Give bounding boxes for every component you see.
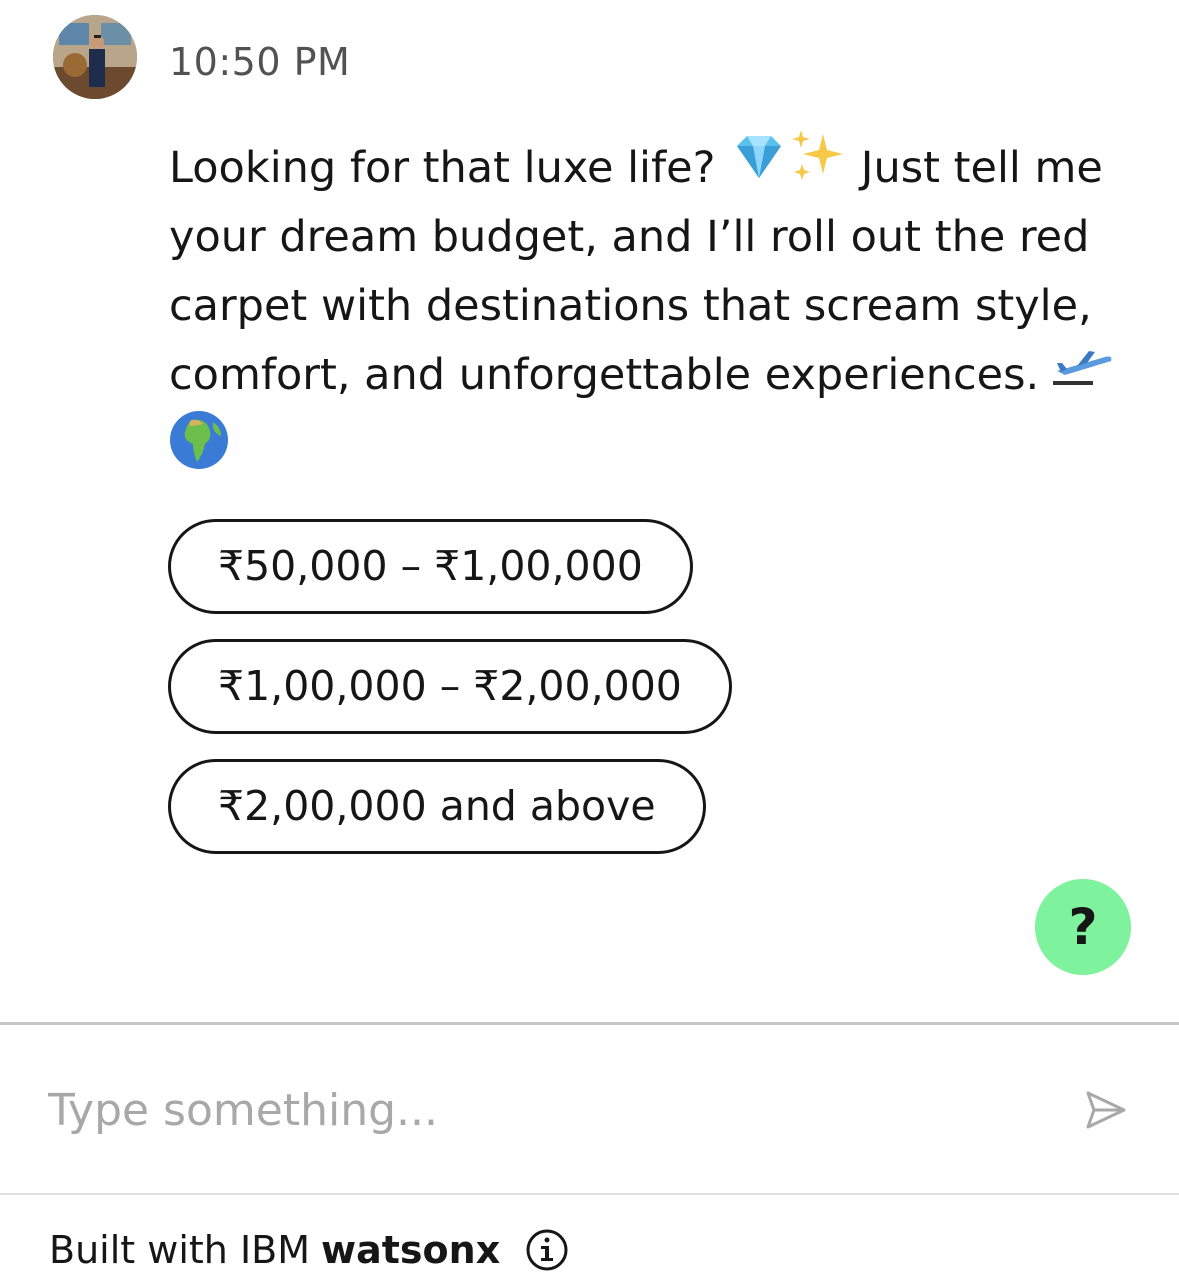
budget-options: ₹50,000 – ₹1,00,000 ₹1,00,000 – ₹2,00,00…: [168, 519, 732, 879]
send-icon: [1086, 1091, 1126, 1129]
help-button[interactable]: ?: [1035, 879, 1131, 975]
bot-message: Looking for that luxe life? Just tell me…: [169, 128, 1144, 491]
budget-option-2l-above[interactable]: ₹2,00,000 and above: [168, 759, 706, 854]
footer: Built with IBM watsonx: [49, 1224, 568, 1276]
message-text-part1: Looking for that luxe life?: [169, 143, 730, 193]
footer-divider: [0, 1193, 1179, 1195]
input-row: [0, 1025, 1179, 1193]
message-timestamp: 10:50 PM: [169, 40, 351, 84]
budget-option-1l-2l[interactable]: ₹1,00,000 – ₹2,00,000: [168, 639, 732, 734]
info-icon[interactable]: [526, 1229, 568, 1271]
sparkles-icon: [789, 128, 847, 203]
send-button[interactable]: [1084, 1089, 1128, 1131]
message-input[interactable]: [48, 1075, 1048, 1145]
footer-brand: watsonx: [321, 1228, 501, 1272]
footer-prefix: Built with IBM: [49, 1228, 311, 1272]
airplane-departure-icon: [1052, 341, 1115, 410]
gem-icon: [729, 132, 789, 203]
bot-avatar: [53, 15, 137, 99]
budget-option-50k-1l[interactable]: ₹50,000 – ₹1,00,000: [168, 519, 693, 614]
globe-africa-icon: [169, 410, 229, 491]
